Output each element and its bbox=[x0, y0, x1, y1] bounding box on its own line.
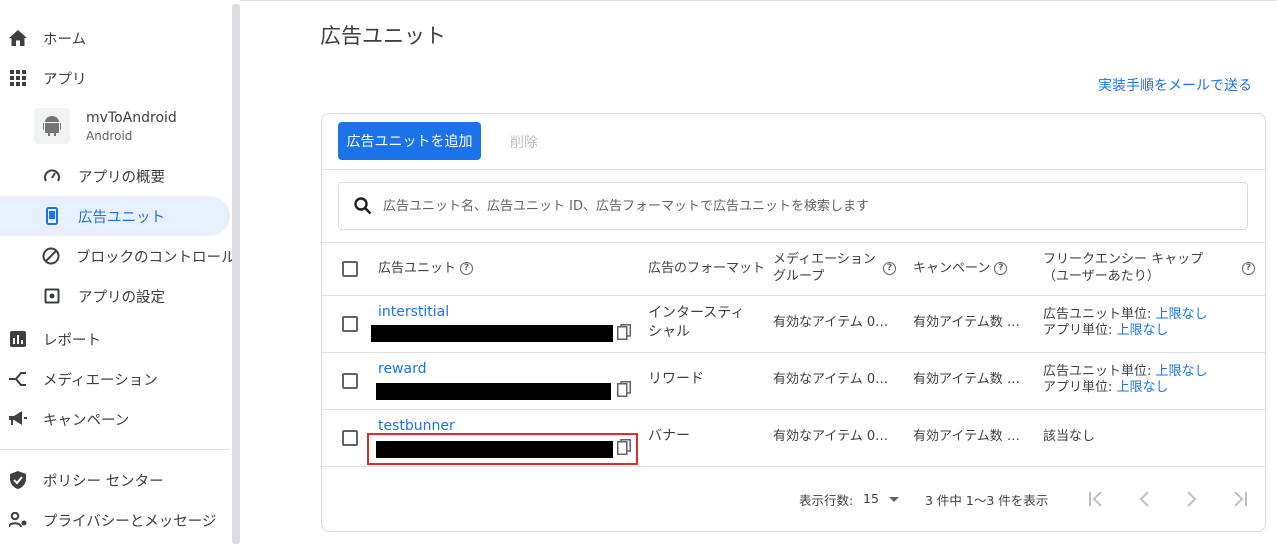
copy-icon[interactable] bbox=[617, 381, 631, 397]
frequency-cap-cell: 該当なし bbox=[1043, 429, 1096, 444]
mediation-cell[interactable]: 有効なアイテム 0… bbox=[773, 429, 888, 445]
campaign-cell[interactable]: 有効アイテム数 … bbox=[913, 315, 1020, 331]
sidebar: ホーム アプリ mvToAndroid Android アプリの概要 広告ユニッ… bbox=[0, 0, 236, 544]
sidebar-divider bbox=[0, 449, 230, 450]
first-page-icon[interactable] bbox=[1086, 489, 1106, 509]
format-cell: リワード bbox=[648, 371, 704, 387]
search-box[interactable] bbox=[338, 182, 1248, 230]
highlight-box bbox=[367, 433, 638, 465]
help-icon[interactable]: ? bbox=[883, 262, 896, 275]
delete-button[interactable]: 削除 bbox=[510, 132, 538, 152]
frequency-cap-link[interactable]: 上限なし bbox=[1156, 307, 1208, 322]
row-divider bbox=[322, 352, 1265, 353]
nav-policy-center[interactable]: ポリシー センター bbox=[0, 462, 164, 498]
speedometer-icon bbox=[42, 166, 62, 186]
nav-home[interactable]: ホーム bbox=[0, 20, 86, 56]
settings-icon bbox=[42, 286, 62, 306]
rows-per-page-label: 表示行数: bbox=[799, 493, 854, 508]
row-divider bbox=[322, 295, 1265, 296]
frequency-cap-link[interactable]: 上限なし bbox=[1156, 364, 1208, 379]
redacted-ad-unit-id bbox=[371, 325, 613, 342]
nav-apps[interactable]: アプリ bbox=[0, 60, 87, 96]
select-all-checkbox[interactable] bbox=[342, 261, 358, 277]
app-selector[interactable]: mvToAndroid Android bbox=[34, 108, 177, 144]
row-divider bbox=[322, 409, 1265, 410]
sidebar-scrollbar[interactable] bbox=[232, 4, 240, 544]
help-icon[interactable]: ? bbox=[460, 262, 474, 275]
campaign-cell[interactable]: 有効アイテム数 … bbox=[913, 429, 1020, 445]
previous-page-icon[interactable] bbox=[1134, 489, 1154, 509]
sidebar-item-block-controls[interactable]: ブロックのコントロール bbox=[0, 236, 236, 276]
sidebar-item-ad-units[interactable]: 広告ユニット bbox=[0, 196, 230, 236]
sidebar-item-app-settings[interactable]: アプリの設定 bbox=[0, 276, 230, 316]
reports-icon bbox=[8, 329, 28, 349]
block-icon bbox=[42, 246, 60, 266]
phone-icon bbox=[42, 206, 62, 226]
format-cell: インタースティ シャル bbox=[648, 305, 745, 340]
chevron-down-icon bbox=[888, 496, 899, 502]
mediation-cell[interactable]: 有効なアイテム 0… bbox=[773, 315, 888, 331]
header-ad-unit[interactable]: 広告ユニット? bbox=[378, 260, 474, 277]
ad-unit-name-link[interactable]: testbunner bbox=[378, 418, 455, 434]
email-instructions-link[interactable]: 実装手順をメールで送る bbox=[1098, 75, 1252, 95]
next-page-icon[interactable] bbox=[1182, 489, 1202, 509]
copy-icon[interactable] bbox=[617, 324, 631, 340]
add-ad-unit-button[interactable]: 広告ユニットを追加 bbox=[338, 122, 481, 160]
rows-per-page-select[interactable]: 15 bbox=[863, 491, 899, 506]
campaign-cell[interactable]: 有効アイテム数 … bbox=[913, 372, 1020, 388]
search-input[interactable] bbox=[383, 198, 1223, 214]
card-divider bbox=[322, 169, 1265, 170]
header-campaign[interactable]: キャンペーン? bbox=[913, 260, 1008, 277]
frequency-cap-link[interactable]: 上限なし bbox=[1117, 323, 1169, 338]
frequency-cap-cell: 広告ユニット単位: 上限なし アプリ単位: 上限なし bbox=[1043, 364, 1208, 395]
shield-icon bbox=[8, 470, 28, 490]
header-format[interactable]: 広告のフォーマット bbox=[648, 260, 765, 277]
card-divider bbox=[322, 242, 1265, 243]
home-icon bbox=[8, 28, 28, 48]
privacy-icon bbox=[8, 510, 28, 530]
help-icon[interactable]: ? bbox=[1242, 262, 1255, 275]
android-icon bbox=[34, 108, 70, 144]
row-checkbox[interactable] bbox=[342, 430, 358, 446]
megaphone-icon bbox=[8, 409, 28, 429]
last-page-icon[interactable] bbox=[1230, 489, 1250, 509]
redacted-ad-unit-id bbox=[376, 383, 611, 400]
header-frequency-cap[interactable]: フリークエンシー キャップ （ユーザーあたり） bbox=[1043, 251, 1203, 285]
format-cell: バナー bbox=[648, 428, 690, 444]
help-icon[interactable]: ? bbox=[994, 262, 1008, 275]
row-checkbox[interactable] bbox=[342, 316, 358, 332]
nav-privacy-messaging[interactable]: プライバシーとメッセージ bbox=[0, 502, 216, 538]
page-title: 広告ユニット bbox=[320, 24, 446, 48]
mediation-cell[interactable]: 有効なアイテム 0… bbox=[773, 372, 888, 388]
row-divider bbox=[322, 466, 1265, 467]
frequency-cap-link[interactable]: 上限なし bbox=[1117, 380, 1169, 395]
frequency-cap-cell: 広告ユニット単位: 上限なし アプリ単位: 上限なし bbox=[1043, 307, 1208, 338]
sidebar-item-app-overview[interactable]: アプリの概要 bbox=[0, 156, 230, 196]
pagination-range: 3 件中 1～3 件を表示 bbox=[925, 493, 1049, 508]
row-checkbox[interactable] bbox=[342, 373, 358, 389]
header-mediation-group[interactable]: メディエーション グループ bbox=[773, 251, 876, 285]
nav-campaigns[interactable]: キャンペーン bbox=[0, 401, 129, 437]
mediation-icon bbox=[8, 369, 28, 389]
nav-reports[interactable]: レポート bbox=[0, 321, 101, 357]
ad-unit-name-link[interactable]: interstitial bbox=[378, 304, 449, 320]
ad-unit-name-link[interactable]: reward bbox=[378, 361, 427, 377]
app-platform: Android bbox=[86, 128, 133, 143]
nav-mediation[interactable]: メディエーション bbox=[0, 361, 158, 397]
app-name: mvToAndroid bbox=[86, 109, 177, 126]
top-divider bbox=[240, 0, 1277, 1]
search-icon bbox=[353, 196, 373, 216]
apps-grid-icon bbox=[8, 68, 28, 88]
ad-units-card: 広告ユニットを追加 削除 広告ユニット? 広告のフォーマット メディエーション … bbox=[321, 113, 1266, 532]
